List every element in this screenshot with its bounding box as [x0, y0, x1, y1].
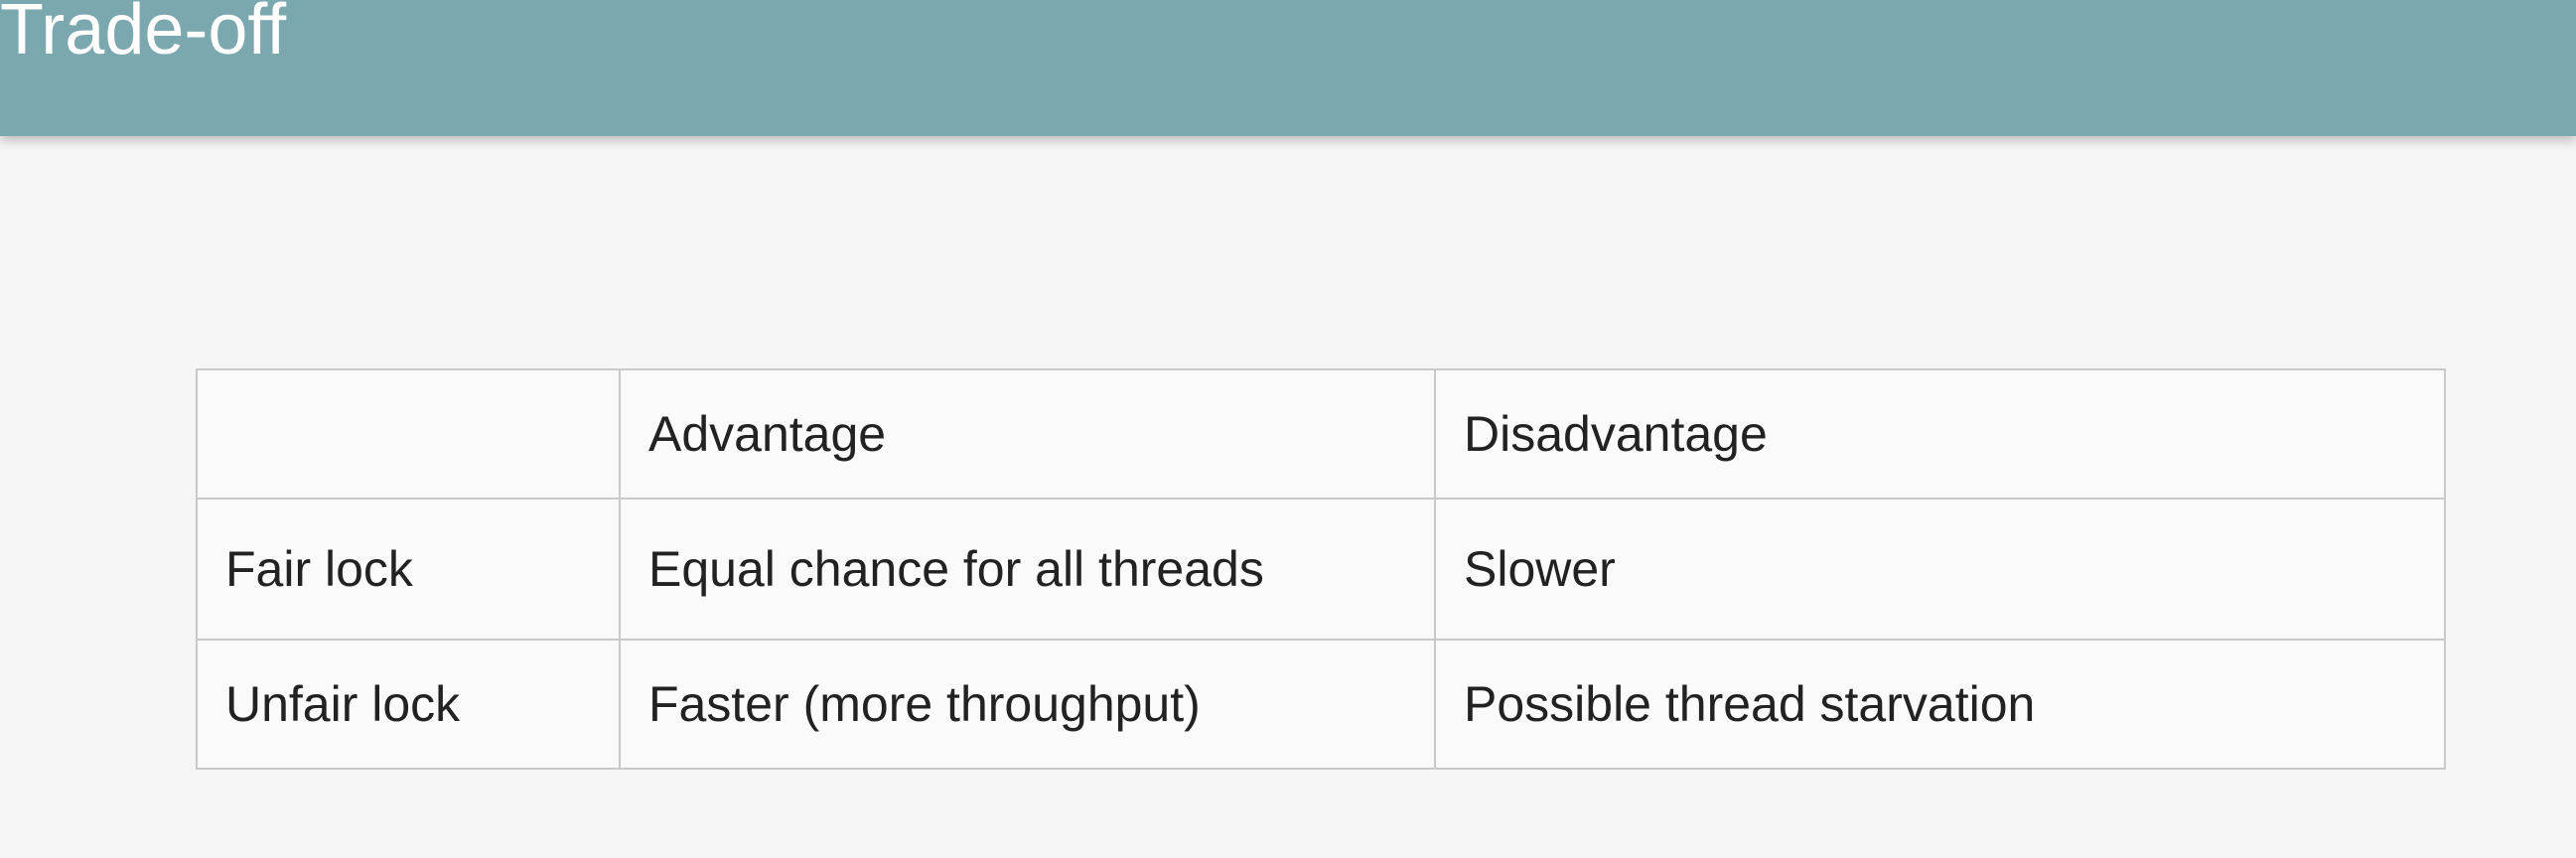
- unfair-lock-advantage-cell: Faster (more throughput): [619, 639, 1436, 770]
- trade-off-table: Advantage Disadvantage Fair lock Equal c…: [196, 368, 2446, 770]
- slide-title: Trade-off: [0, 0, 287, 70]
- unfair-lock-disadvantage-cell: Possible thread starvation: [1434, 639, 2446, 770]
- fair-lock-disadvantage-cell: Slower: [1434, 498, 2446, 641]
- trade-off-table-container: Advantage Disadvantage Fair lock Equal c…: [196, 368, 2446, 770]
- table-row: Fair lock Equal chance for all threads S…: [196, 498, 2446, 641]
- column-header-disadvantage: Disadvantage: [1434, 368, 2446, 500]
- row-label-unfair-lock: Unfair lock: [196, 639, 621, 770]
- row-label-fair-lock: Fair lock: [196, 498, 621, 641]
- fair-lock-advantage-cell: Equal chance for all threads: [619, 498, 1436, 641]
- column-header-advantage: Advantage: [619, 368, 1436, 500]
- table-header-row: Advantage Disadvantage: [196, 368, 2446, 500]
- slide-header: Trade-off: [0, 0, 2576, 136]
- table-corner-cell: [196, 368, 621, 500]
- table-row: Unfair lock Faster (more throughput) Pos…: [196, 639, 2446, 770]
